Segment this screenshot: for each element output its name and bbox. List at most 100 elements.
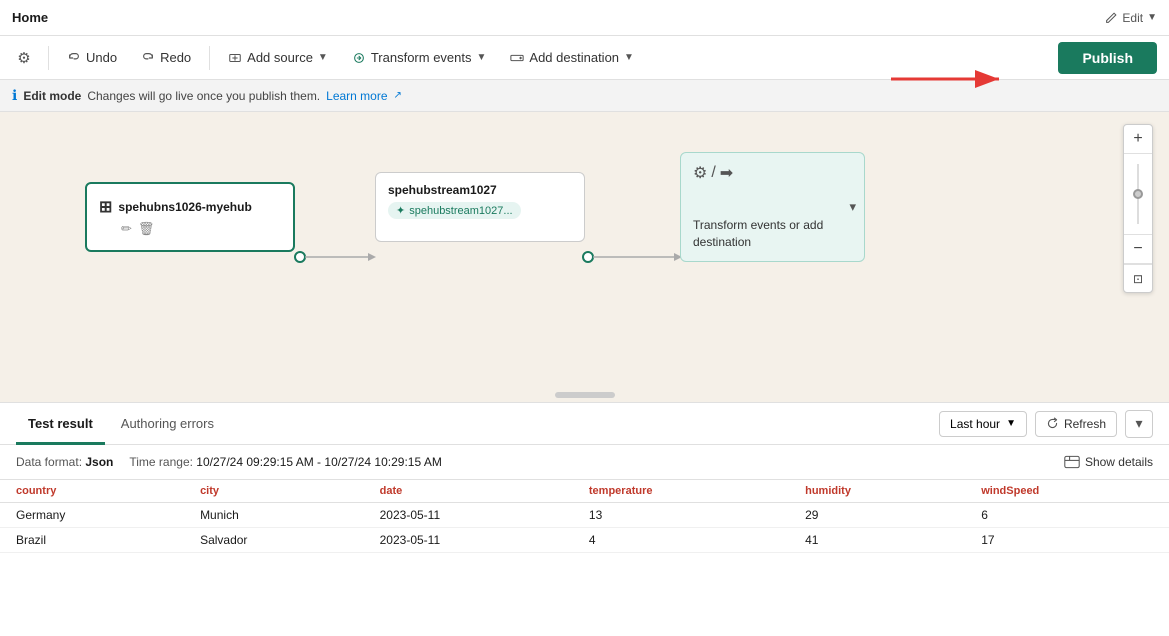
redo-icon [141,51,155,65]
table-header-row: country city date temperature humidity w… [0,480,1169,503]
edit-node-icon[interactable]: ✏ [121,221,132,237]
toolbar-divider-2 [209,46,210,70]
add-destination-chevron-icon: ▼ [624,52,634,63]
show-details-button[interactable]: Show details [1064,455,1153,469]
undo-button[interactable]: Undo [57,45,127,70]
show-details-icon [1064,455,1080,469]
toolbar: ⚙ Undo Redo Add source ▼ Transform event… [0,36,1169,80]
table-cell: 13 [573,503,789,528]
tab-authoring-errors[interactable]: Authoring errors [109,404,226,445]
edit-chevron-icon: ▼ [1147,12,1157,23]
time-range-select[interactable]: Last hour ▼ [939,411,1027,437]
col-country: country [0,480,184,503]
settings-dest-icon: ⚙ [693,163,707,183]
stream-tag-text: spehubstream1027... [409,205,512,217]
bottom-tabs-left: Test result Authoring errors [16,403,226,444]
table-cell: 2023-05-11 [364,528,573,553]
data-format-section: Data format: Json [16,455,113,469]
zoom-in-button[interactable]: + [1124,125,1152,153]
bottom-tabs-right: Last hour ▼ Refresh ▾ [939,410,1153,438]
undo-icon [67,51,81,65]
title-bar-left: Home [12,10,48,25]
add-destination-button[interactable]: Add destination ▼ [500,45,644,70]
refresh-button[interactable]: Refresh [1035,411,1117,437]
transform-icon [352,51,366,65]
table-row: BrazilSalvador2023-05-1144117 [0,528,1169,553]
edit-link[interactable]: Edit ▼ [1104,11,1157,25]
source-node: ⊞ spehubns1026-myehub ✏ 🗑 [85,182,295,252]
canvas: ⊞ spehubns1026-myehub ✏ 🗑 spehubstream10… [0,112,1169,402]
title-bar: Home Edit ▼ [0,0,1169,36]
zoom-fit-button[interactable]: ⊡ [1124,264,1152,292]
table-row: GermanyMunich2023-05-1113296 [0,503,1169,528]
table-body: GermanyMunich2023-05-1113296BrazilSalvad… [0,503,1169,553]
table-cell: 41 [789,528,965,553]
add-source-icon [228,51,242,65]
table-cell: Munich [184,503,364,528]
dest-chevron-icon[interactable]: ▾ [849,199,856,215]
transform-chevron-icon: ▼ [477,52,487,63]
bottom-tabs: Test result Authoring errors Last hour ▼… [0,403,1169,445]
table-cell: 6 [965,503,1169,528]
add-destination-icon [510,51,524,65]
data-info-row: Data format: Json Time range: 10/27/24 0… [0,445,1169,479]
arrow-dest-icon: ➡ [720,163,733,183]
external-link-icon: ↗ [394,90,402,101]
toolbar-divider-1 [48,46,49,70]
edit-label: Edit [1122,11,1143,25]
table-cell: Brazil [0,528,184,553]
col-date: date [364,480,573,503]
time-range-value: 10/27/24 09:29:15 AM - 10/27/24 10:29:15… [196,455,442,469]
edit-mode-label: Edit mode [23,89,81,103]
source-node-actions: ✏ 🗑 [99,221,281,237]
publish-button[interactable]: Publish [1058,42,1157,74]
page-title: Home [12,10,48,25]
time-range-section: Time range: 10/27/24 09:29:15 AM - 10/27… [129,455,441,469]
red-arrow-annotation [881,61,1021,97]
redo-button[interactable]: Redo [131,45,201,70]
table-cell: 17 [965,528,1169,553]
zoom-controls: + − ⊡ [1123,124,1153,293]
info-message: Changes will go live once you publish th… [87,89,320,103]
dest-node-text: Transform events or add destination [693,217,852,251]
col-humidity: humidity [789,480,965,503]
dest-node-icons: ⚙ / ➡ [693,163,852,183]
add-source-chevron-icon: ▼ [318,52,328,63]
zoom-slider[interactable] [1137,154,1139,234]
canvas-scrollbar[interactable] [555,392,615,398]
col-city: city [184,480,364,503]
bottom-panel: Test result Authoring errors Last hour ▼… [0,402,1169,636]
data-table-container: country city date temperature humidity w… [0,479,1169,553]
data-format-value: Json [85,455,113,469]
stream-node: spehubstream1027 ✦ spehubstream1027... [375,172,585,242]
delete-node-icon[interactable]: 🗑 [138,221,155,237]
transform-events-button[interactable]: Transform events ▼ [342,45,497,70]
table-cell: 2023-05-11 [364,503,573,528]
col-windspeed: windSpeed [965,480,1169,503]
info-icon: ℹ [12,87,17,104]
stream-tag-icon: ✦ [396,204,405,217]
canvas-connectors [0,112,1169,402]
col-temperature: temperature [573,480,789,503]
data-table: country city date temperature humidity w… [0,479,1169,553]
table-cell: 29 [789,503,965,528]
hub-icon: ⊞ [99,197,112,217]
time-select-chevron-icon: ▼ [1006,418,1016,429]
data-info-left: Data format: Json Time range: 10/27/24 0… [16,455,442,469]
table-cell: 4 [573,528,789,553]
table-cell: Salvador [184,528,364,553]
refresh-icon [1046,417,1059,430]
tab-test-result[interactable]: Test result [16,404,105,445]
source-node-header: ⊞ spehubns1026-myehub [99,197,281,217]
zoom-out-button[interactable]: − [1124,235,1152,263]
source-node-name: spehubns1026-myehub [118,200,251,214]
learn-more-link[interactable]: Learn more [326,89,387,103]
destination-node[interactable]: ⚙ / ➡ Transform events or add destinatio… [680,152,865,262]
stream-node-title: spehubstream1027 [388,183,572,197]
stream-tag: ✦ spehubstream1027... [388,202,521,219]
slash-separator: / [711,164,715,182]
add-source-button[interactable]: Add source ▼ [218,45,338,70]
settings-button[interactable]: ⚙ [8,42,40,74]
table-cell: Germany [0,503,184,528]
expand-panel-button[interactable]: ▾ [1125,410,1153,438]
